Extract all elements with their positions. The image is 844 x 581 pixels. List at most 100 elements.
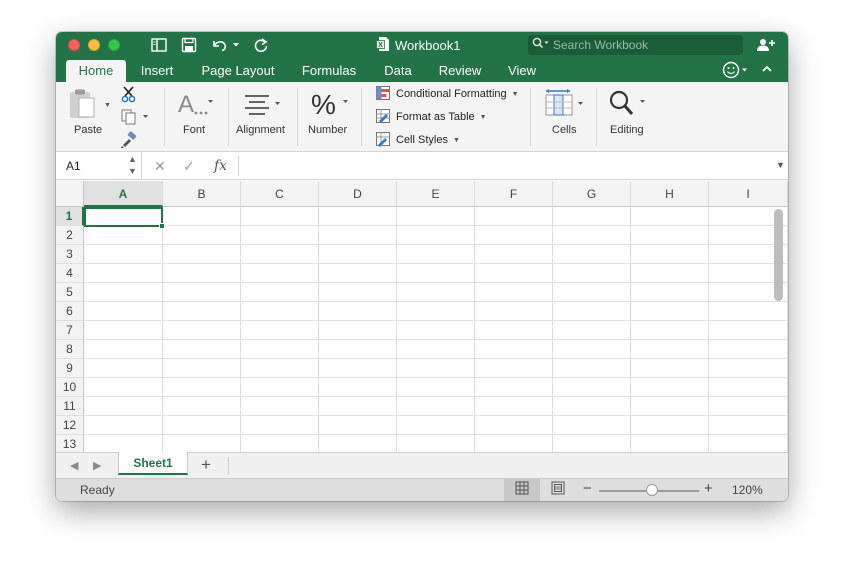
normal-view-icon xyxy=(515,481,529,500)
enter-formula-icon[interactable]: ✓ xyxy=(183,158,195,175)
ribbon-divider xyxy=(228,88,229,146)
row-header-3[interactable]: 3 xyxy=(56,245,84,264)
select-all-corner[interactable] xyxy=(56,181,84,207)
close-window-button[interactable] xyxy=(68,39,80,51)
column-header-g[interactable]: G xyxy=(553,181,631,207)
row-header-4[interactable]: 4 xyxy=(56,264,84,283)
zoom-slider-thumb[interactable] xyxy=(646,484,658,496)
selected-cell-a1[interactable] xyxy=(84,207,163,227)
conditional-formatting-button[interactable]: Conditional Formatting ▼ xyxy=(375,85,519,103)
row-header-11[interactable]: 11 xyxy=(56,397,84,416)
cell-styles-label: Cell Styles xyxy=(396,134,448,146)
previous-sheet-icon[interactable]: ◀ xyxy=(70,459,78,472)
number-group[interactable]: % Number xyxy=(299,82,359,152)
add-sheet-icon[interactable]: + xyxy=(201,455,211,475)
sheet-tab-bar: ◀ ▶ Sheet1 + xyxy=(56,452,788,478)
fill-handle[interactable] xyxy=(159,223,165,229)
zoom-level[interactable]: 120% xyxy=(732,483,763,497)
font-group[interactable]: A Font xyxy=(166,82,226,152)
alignment-group[interactable]: Alignment xyxy=(230,82,294,152)
spreadsheet-grid[interactable]: A B C D E F G H I 1 2 3 4 5 6 7 8 9 10 11 12 13 xyxy=(56,181,788,452)
sheet-tab-sheet1[interactable]: Sheet1 xyxy=(118,452,188,475)
column-header-b[interactable]: B xyxy=(163,181,241,207)
tab-view[interactable]: View xyxy=(502,60,542,82)
row-header-8[interactable]: 8 xyxy=(56,340,84,359)
undo-icon[interactable] xyxy=(210,37,242,53)
paste-label: Paste xyxy=(74,124,103,136)
normal-view-button[interactable] xyxy=(504,479,540,501)
share-icon[interactable] xyxy=(756,37,776,53)
sidebar-toggle-icon[interactable] xyxy=(150,37,168,53)
magnifier-icon xyxy=(608,90,650,123)
maximize-window-button[interactable] xyxy=(108,39,120,51)
column-header-c[interactable]: C xyxy=(241,181,319,207)
cell-styles-button[interactable]: Cell Styles ▼ xyxy=(375,131,460,149)
format-as-table-dropdown-icon: ▼ xyxy=(479,113,487,121)
tab-page-layout[interactable]: Page Layout xyxy=(195,60,281,82)
vertical-scrollbar[interactable] xyxy=(774,209,783,301)
format-as-table-button[interactable]: Format as Table ▼ xyxy=(375,108,487,126)
font-label: Font xyxy=(183,124,206,136)
column-header-d[interactable]: D xyxy=(319,181,397,207)
paste-button[interactable]: ▼ xyxy=(68,88,112,122)
format-painter-icon[interactable] xyxy=(120,131,138,154)
search-box[interactable] xyxy=(528,35,743,55)
paste-dropdown-icon[interactable]: ▼ xyxy=(104,102,111,109)
excel-document-icon: X xyxy=(376,36,390,55)
row-gridline xyxy=(84,282,788,283)
next-sheet-icon[interactable]: ▶ xyxy=(93,459,101,472)
tab-formulas[interactable]: Formulas xyxy=(294,60,364,82)
row-header-2[interactable]: 2 xyxy=(56,226,84,245)
minimize-window-button[interactable] xyxy=(88,39,100,51)
column-header-i[interactable]: I xyxy=(709,181,788,207)
row-gridline xyxy=(84,396,788,397)
row-header-6[interactable]: 6 xyxy=(56,302,84,321)
search-input[interactable] xyxy=(553,38,743,52)
cancel-formula-icon[interactable]: ✕ xyxy=(154,158,166,175)
row-header-10[interactable]: 10 xyxy=(56,378,84,397)
column-header-f[interactable]: F xyxy=(475,181,553,207)
cells-icon xyxy=(544,88,588,123)
cells-group[interactable]: Cells xyxy=(532,82,594,152)
row-gridline xyxy=(84,263,788,264)
column-header-h[interactable]: H xyxy=(631,181,709,207)
feedback-smiley-icon[interactable] xyxy=(722,61,750,79)
row-header-1[interactable]: 1 xyxy=(56,207,84,226)
svg-text:X: X xyxy=(378,42,383,49)
tab-insert[interactable]: Insert xyxy=(132,60,182,82)
insert-function-icon[interactable]: fx xyxy=(214,158,227,174)
row-gridline xyxy=(84,301,788,302)
name-box[interactable]: A1 ▲ ▼ xyxy=(56,152,142,180)
row-header-13[interactable]: 13 xyxy=(56,435,84,452)
page-layout-view-button[interactable] xyxy=(540,479,576,501)
save-icon[interactable] xyxy=(180,37,198,53)
expand-formula-bar-icon[interactable]: ▼ xyxy=(776,160,785,170)
zoom-out-icon[interactable]: − xyxy=(583,480,592,497)
collapse-ribbon-icon[interactable] xyxy=(760,62,774,76)
formula-bar: A1 ▲ ▼ ✕ ✓ fx ▼ xyxy=(56,152,788,180)
tab-data[interactable]: Data xyxy=(376,60,420,82)
formula-input[interactable] xyxy=(238,156,768,176)
zoom-in-icon[interactable]: + xyxy=(704,480,713,497)
editing-group[interactable]: Editing xyxy=(598,82,662,152)
column-header-a[interactable]: A xyxy=(84,181,163,207)
row-gridline xyxy=(84,415,788,416)
row-gridline xyxy=(84,339,788,340)
cut-icon[interactable] xyxy=(120,85,138,108)
row-header-9[interactable]: 9 xyxy=(56,359,84,378)
copy-icon[interactable] xyxy=(120,108,150,126)
name-box-stepper-icon[interactable]: ▲ ▼ xyxy=(128,153,137,177)
workbook-title: X Workbook1 xyxy=(376,36,461,55)
row-header-5[interactable]: 5 xyxy=(56,283,84,302)
ribbon-divider xyxy=(297,88,298,146)
ribbon-divider xyxy=(530,88,531,146)
tab-home[interactable]: Home xyxy=(66,60,126,82)
redo-icon[interactable] xyxy=(252,37,270,53)
tab-review[interactable]: Review xyxy=(434,60,486,82)
column-header-e[interactable]: E xyxy=(397,181,475,207)
conditional-formatting-dropdown-icon: ▼ xyxy=(511,90,519,98)
row-header-7[interactable]: 7 xyxy=(56,321,84,340)
ribbon-divider xyxy=(164,88,165,146)
row-gridline xyxy=(84,358,788,359)
row-header-12[interactable]: 12 xyxy=(56,416,84,435)
